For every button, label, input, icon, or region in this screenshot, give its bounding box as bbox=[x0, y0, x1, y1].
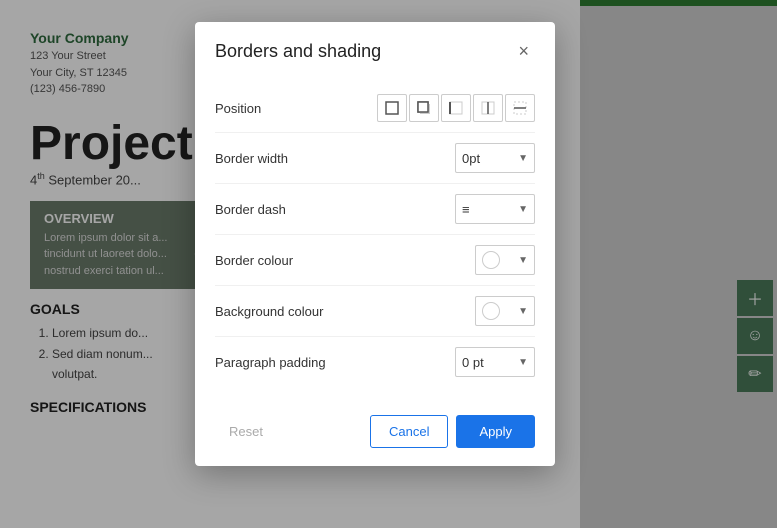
border-colour-circle bbox=[482, 251, 500, 269]
apply-button[interactable]: Apply bbox=[456, 415, 535, 448]
dialog-header: Borders and shading × bbox=[195, 22, 555, 76]
border-none-button[interactable] bbox=[505, 94, 535, 122]
dialog-footer: Reset Cancel Apply bbox=[195, 403, 555, 466]
border-colour-label: Border colour bbox=[215, 253, 345, 268]
border-width-label: Border width bbox=[215, 151, 345, 166]
paragraph-padding-label: Paragraph padding bbox=[215, 355, 345, 370]
border-dash-control: ≡ ▼ bbox=[455, 194, 535, 224]
borders-shading-dialog: Borders and shading × Position bbox=[195, 22, 555, 466]
border-between-button[interactable] bbox=[473, 94, 503, 122]
border-all-sides-button[interactable] bbox=[377, 94, 407, 122]
border-dash-icon: ≡ bbox=[462, 202, 469, 217]
dialog-body: Position bbox=[195, 76, 555, 403]
border-colour-row: Border colour ▼ bbox=[215, 235, 535, 286]
background-colour-row: Background colour ▼ bbox=[215, 286, 535, 337]
reset-button[interactable]: Reset bbox=[215, 416, 277, 447]
border-shadow-button[interactable] bbox=[409, 94, 439, 122]
border-dash-label: Border dash bbox=[215, 202, 345, 217]
border-width-arrow-icon: ▼ bbox=[518, 153, 528, 164]
border-width-value: 0pt bbox=[462, 151, 480, 166]
paragraph-padding-row: Paragraph padding 0 pt ▼ bbox=[215, 337, 535, 387]
dialog-title: Borders and shading bbox=[215, 41, 381, 62]
position-label: Position bbox=[215, 101, 345, 116]
border-width-row: Border width 0pt ▼ bbox=[215, 133, 535, 184]
position-buttons bbox=[377, 94, 535, 122]
position-row: Position bbox=[215, 84, 535, 133]
paragraph-padding-control: 0 pt ▼ bbox=[455, 347, 535, 377]
cancel-button[interactable]: Cancel bbox=[370, 415, 448, 448]
dialog-close-button[interactable]: × bbox=[512, 40, 535, 62]
border-dash-arrow-icon: ▼ bbox=[518, 204, 528, 215]
border-colour-arrow-icon: ▼ bbox=[518, 255, 528, 266]
background-colour-arrow-icon: ▼ bbox=[518, 306, 528, 317]
paragraph-padding-value: 0 pt bbox=[462, 355, 484, 370]
border-width-control: 0pt ▼ bbox=[455, 143, 535, 173]
border-dash-row: Border dash ≡ ▼ bbox=[215, 184, 535, 235]
paragraph-padding-arrow-icon: ▼ bbox=[518, 357, 528, 368]
border-left-button[interactable] bbox=[441, 94, 471, 122]
border-width-dropdown[interactable]: 0pt ▼ bbox=[455, 143, 535, 173]
background-colour-label: Background colour bbox=[215, 304, 345, 319]
border-dash-dropdown[interactable]: ≡ ▼ bbox=[455, 194, 535, 224]
border-colour-control: ▼ bbox=[475, 245, 535, 275]
paragraph-padding-dropdown[interactable]: 0 pt ▼ bbox=[455, 347, 535, 377]
background-colour-circle bbox=[482, 302, 500, 320]
background-colour-dropdown[interactable]: ▼ bbox=[475, 296, 535, 326]
border-colour-dropdown[interactable]: ▼ bbox=[475, 245, 535, 275]
background-colour-control: ▼ bbox=[475, 296, 535, 326]
